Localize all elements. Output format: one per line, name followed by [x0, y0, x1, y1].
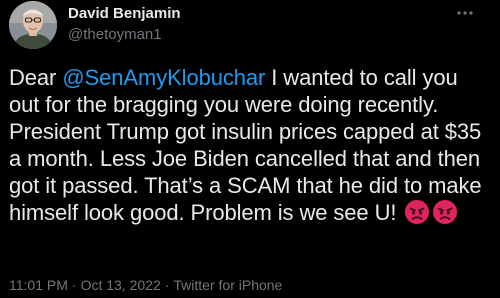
tweet-date[interactable]: Oct 13, 2022: [81, 277, 161, 293]
tweet-meta: 11:01 PM · Oct 13, 2022 · Twitter for iPhone: [9, 277, 282, 293]
tweet-text: Dear @SenAmyKlobuchar I wanted to call y…: [9, 64, 493, 226]
author-name[interactable]: David Benjamin: [68, 5, 181, 22]
tweet: David Benjamin @thetoyman1 Dear @SenAmyK…: [0, 0, 500, 298]
angry-face-icon: [432, 199, 458, 225]
meta-separator: ·: [164, 277, 170, 293]
avatar[interactable]: [9, 1, 57, 49]
mention-link[interactable]: @SenAmyKlobuchar: [62, 65, 265, 90]
angry-face-icon: [404, 199, 430, 225]
tweet-source[interactable]: Twitter for iPhone: [173, 277, 282, 293]
more-horizontal-icon[interactable]: [452, 6, 480, 20]
meta-separator: ·: [71, 277, 77, 293]
tweet-text-before: Dear: [9, 65, 63, 90]
avatar-photo: [9, 1, 57, 49]
author-handle[interactable]: @thetoyman1: [68, 26, 162, 43]
tweet-time[interactable]: 11:01 PM: [9, 277, 68, 293]
